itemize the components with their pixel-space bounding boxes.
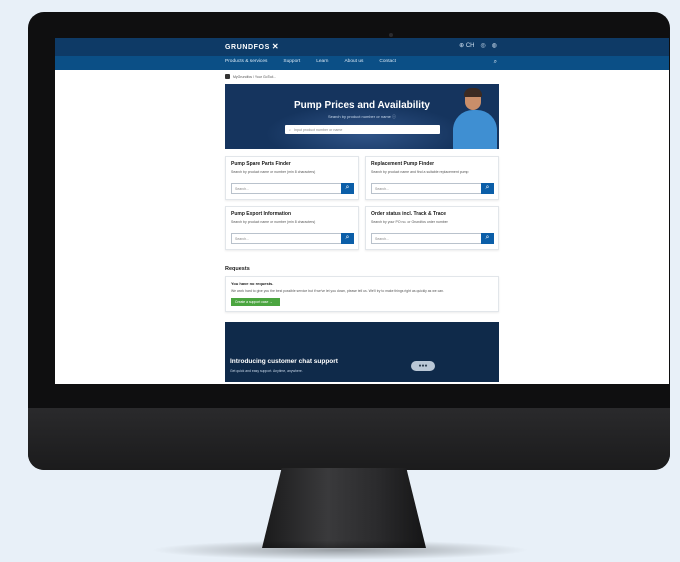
main-content: Pump Prices and Availability Search by p…: [225, 84, 499, 382]
nav-products[interactable]: Products & services: [225, 59, 267, 64]
user-icon[interactable]: ◎: [481, 42, 486, 50]
brand-name: GRUNDFOS: [225, 44, 270, 51]
logo-mark-icon: ✕: [271, 42, 280, 51]
requests-card: You have no requests. We work hard to gi…: [225, 276, 499, 312]
chat-bubble-icon: ●●●: [411, 361, 435, 371]
brand-logo[interactable]: GRUNDFOS ✕: [225, 42, 279, 51]
hero-subtitle: Search by product number or name ⓘ: [327, 114, 397, 119]
card-order-status: Order status incl. Track & Trace Search …: [365, 206, 499, 250]
breadcrumb: MyGrundfos / Your GoTo#...: [225, 74, 276, 79]
card-title: Replacement Pump Finder: [371, 161, 435, 167]
search-button[interactable]: ⌕: [341, 183, 354, 194]
search-icon[interactable]: ⌕: [494, 59, 497, 66]
chat-title: Introducing customer chat support: [230, 358, 338, 365]
monitor-chin: [28, 408, 670, 470]
spare-parts-search-input[interactable]: Search...: [231, 183, 341, 194]
card-description: Search by your PO no. or Grundfos order …: [371, 220, 448, 224]
top-bar: GRUNDFOS ✕ ⊕ CH ◎ ◍: [55, 38, 669, 56]
breadcrumb-text[interactable]: MyGrundfos / Your GoTo#...: [233, 75, 276, 79]
hero-banner: Pump Prices and Availability Search by p…: [225, 84, 499, 149]
card-description: Search by product name and find a suitab…: [371, 170, 469, 174]
card-description: Search by product name or number (min 8 …: [231, 220, 316, 224]
top-icons: ⊕ CH ◎ ◍: [459, 42, 497, 50]
create-support-case-button[interactable]: Create a support case →: [231, 298, 280, 306]
requests-title: Requests: [225, 266, 250, 272]
hero-input-placeholder: Input product number or name: [294, 127, 343, 132]
search-icon: ⌕: [289, 127, 292, 132]
nav-contact[interactable]: Contact: [379, 59, 396, 64]
nav-about[interactable]: About us: [344, 59, 363, 64]
monitor-stand: [262, 468, 426, 548]
search-button[interactable]: ⌕: [341, 233, 354, 244]
home-icon[interactable]: [225, 74, 230, 79]
hero-title: Pump Prices and Availability: [294, 100, 430, 111]
export-search-input[interactable]: Search...: [231, 233, 341, 244]
country-code: CH: [465, 43, 475, 49]
card-description: Search by product name or number (min 8 …: [231, 170, 316, 174]
hero-person-hair: [464, 88, 482, 97]
nav-learn[interactable]: Learn: [316, 59, 328, 64]
card-replacement-pump: Replacement Pump Finder Search by produc…: [365, 156, 499, 200]
order-search-input[interactable]: Search...: [371, 233, 481, 244]
chat-subtitle: Get quick and easy support. Anytime, any…: [230, 369, 303, 373]
card-export-info: Pump Export Information Search by produc…: [225, 206, 359, 250]
main-nav: Products & services Support Learn About …: [55, 56, 669, 70]
card-spare-parts: Pump Spare Parts Finder Search by produc…: [225, 156, 359, 200]
camera-dot: [389, 33, 393, 37]
requests-text: We work hard to give you the best possib…: [231, 289, 444, 293]
globe-icon[interactable]: ⊕ CH: [459, 42, 474, 50]
card-title: Order status incl. Track & Trace: [371, 211, 447, 217]
replacement-search-input[interactable]: Search...: [371, 183, 481, 194]
finder-cards: Pump Spare Parts Finder Search by produc…: [225, 156, 499, 250]
card-title: Pump Spare Parts Finder: [231, 161, 291, 167]
chat-banner[interactable]: Introducing customer chat support Get qu…: [225, 322, 499, 382]
search-button[interactable]: ⌕: [481, 183, 494, 194]
nav-support[interactable]: Support: [283, 59, 300, 64]
cart-icon[interactable]: ◍: [492, 42, 497, 50]
search-button[interactable]: ⌕: [481, 233, 494, 244]
hero-search-input[interactable]: ⌕ Input product number or name: [285, 125, 440, 134]
screen: GRUNDFOS ✕ ⊕ CH ◎ ◍ Products & services S…: [55, 38, 669, 384]
stand-shadow: [150, 540, 530, 560]
requests-heading: You have no requests.: [231, 281, 274, 286]
card-title: Pump Export Information: [231, 211, 291, 217]
